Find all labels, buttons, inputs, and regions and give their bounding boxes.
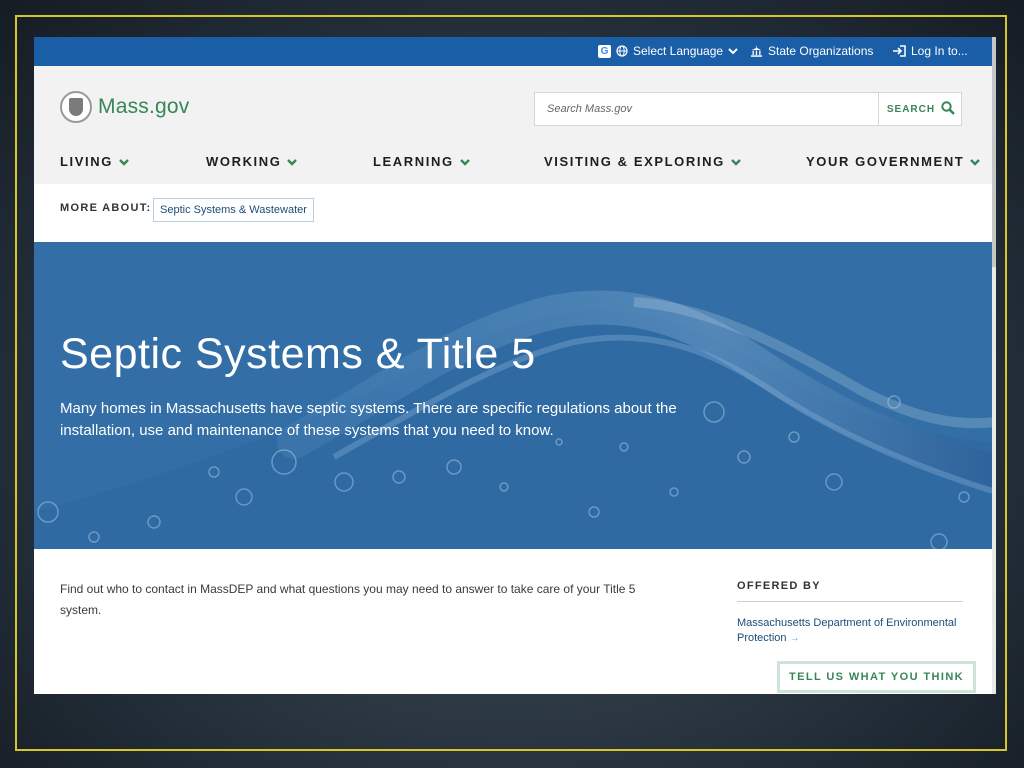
nav-label: YOUR GOVERNMENT <box>806 154 965 169</box>
offered-by-label: OFFERED BY <box>737 580 821 592</box>
select-language-label: Select Language <box>633 44 724 58</box>
state-organizations-link[interactable]: State Organizations <box>750 44 873 58</box>
log-in-label: Log In to... <box>911 44 968 58</box>
capitol-building-icon <box>750 45 763 57</box>
nav-label: LIVING <box>60 154 113 169</box>
nav-label: LEARNING <box>373 154 454 169</box>
nav-item-learning[interactable]: LEARNING <box>373 154 470 169</box>
main-navigation: LIVING WORKING LEARNING VISITING & EXPLO… <box>34 154 996 174</box>
nav-item-living[interactable]: LIVING <box>60 154 129 169</box>
logo-text: Mass.gov <box>98 95 190 118</box>
site-header: Mass.gov SEARCH LIVING WORKING LEARNING <box>34 66 996 184</box>
more-about-bar: MORE ABOUT: Septic Systems & Wastewater <box>34 184 996 242</box>
hero-banner: Septic Systems & Title 5 Many homes in M… <box>34 242 996 549</box>
chevron-down-icon <box>970 154 981 169</box>
nav-item-visiting-exploring[interactable]: VISITING & EXPLORING <box>544 154 741 169</box>
search-input[interactable] <box>535 93 877 125</box>
intro-text: Find out who to contact in MassDEP and w… <box>60 582 636 617</box>
nav-item-your-government[interactable]: YOUR GOVERNMENT <box>806 154 981 169</box>
log-in-link[interactable]: Log In to... <box>892 44 968 58</box>
search-form: SEARCH <box>534 92 962 126</box>
language-selector[interactable]: G Select Language <box>598 44 738 58</box>
arrow-right-icon: → <box>789 633 800 644</box>
more-about-link[interactable]: Septic Systems & Wastewater <box>153 198 314 222</box>
nav-label: WORKING <box>206 154 282 169</box>
google-translate-icon: G <box>598 44 611 58</box>
state-organizations-label: State Organizations <box>768 44 874 58</box>
chevron-down-icon <box>730 154 741 169</box>
state-seal-icon <box>60 91 92 123</box>
feedback-button[interactable]: TELL US WHAT YOU THINK <box>777 661 976 693</box>
more-about-label: MORE ABOUT: <box>60 202 152 214</box>
divider <box>737 601 963 602</box>
nav-label: VISITING & EXPLORING <box>544 154 725 169</box>
organization-name: Massachusetts Department of Environmenta… <box>737 617 957 644</box>
chevron-down-icon <box>459 154 470 169</box>
nav-item-working[interactable]: WORKING <box>206 154 298 169</box>
hero-description: Many homes in Massachusetts have septic … <box>60 400 677 439</box>
chevron-down-icon <box>287 154 298 169</box>
offered-by-link[interactable]: Massachusetts Department of Environmenta… <box>737 616 957 646</box>
chevron-down-icon <box>119 154 129 169</box>
log-in-icon <box>892 45 906 57</box>
browser-screenshot: G Select Language State Organizations Lo… <box>34 37 996 694</box>
search-button[interactable]: SEARCH <box>878 93 963 125</box>
utility-bar: G Select Language State Organizations Lo… <box>34 37 996 66</box>
mass-gov-logo[interactable]: Mass.gov <box>60 91 189 123</box>
water-splash-image <box>34 290 996 549</box>
search-button-label: SEARCH <box>886 103 936 115</box>
scrollbar-thumb[interactable] <box>992 37 996 267</box>
page-title: Septic Systems & Title 5 <box>60 330 536 378</box>
chevron-down-icon <box>728 47 738 55</box>
globe-icon <box>616 45 628 57</box>
search-icon <box>941 100 955 118</box>
scrollbar[interactable] <box>992 37 996 694</box>
